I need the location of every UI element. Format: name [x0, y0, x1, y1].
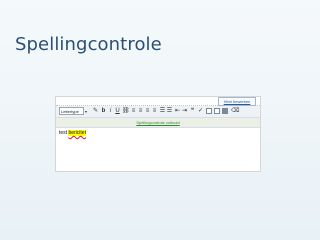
editor-content-text: test bericitet — [59, 130, 86, 137]
outdent-icon[interactable]: ⇤ — [174, 107, 181, 115]
align-left-icon[interactable]: ≡ — [130, 107, 137, 115]
bullet-list-icon[interactable]: ☰ — [166, 107, 173, 115]
chevron-down-icon[interactable]: ▾ — [85, 108, 87, 116]
align-right-icon[interactable]: ≡ — [144, 107, 151, 115]
bold-button[interactable]: b — [100, 107, 107, 115]
spellcheck-status-bar: Spellingcontrole voltooid — [56, 118, 260, 128]
link-icon[interactable]: ⛓ — [122, 107, 130, 115]
table-icon[interactable] — [222, 108, 228, 114]
editor-header: Html bewerken — [56, 97, 260, 106]
align-center-icon[interactable]: ≡ — [137, 107, 144, 115]
editor-content-area[interactable]: test bericitet — [56, 128, 260, 171]
underline-button[interactable]: U — [114, 107, 121, 115]
eraser-icon[interactable]: ⌫ — [231, 107, 239, 115]
italic-button[interactable]: i — [107, 107, 114, 115]
indent-icon[interactable]: ⇥ — [181, 107, 188, 115]
spellcheck-status-text[interactable]: Spellingcontrole voltooid — [56, 118, 260, 127]
edit-html-link[interactable]: Html bewerken — [218, 97, 256, 106]
font-select[interactable]: Lettertype — [59, 107, 84, 115]
misspelled-word[interactable]: bericitet — [68, 130, 86, 136]
numbered-list-icon[interactable]: ☰ — [159, 107, 166, 115]
slide-title: Spellingcontrole — [15, 34, 162, 55]
spellcheck-icon[interactable]: ✓ — [197, 107, 204, 115]
content-word: test — [59, 130, 68, 136]
rich-text-editor: Html bewerken Lettertype ▾ ✎ b i U ⛓ ≡ ≡… — [55, 96, 261, 172]
justify-icon[interactable]: ≡ — [151, 107, 158, 115]
quote-icon[interactable]: ❝ — [189, 107, 196, 115]
text-color-icon[interactable]: ✎ — [92, 107, 99, 115]
formatting-toolbar: Lettertype ▾ ✎ b i U ⛓ ≡ ≡ ≡ ≡ ☰ ☰ ⇤ ⇥ ❝… — [56, 106, 260, 118]
image-icon[interactable] — [206, 108, 212, 114]
video-icon[interactable] — [214, 108, 220, 114]
